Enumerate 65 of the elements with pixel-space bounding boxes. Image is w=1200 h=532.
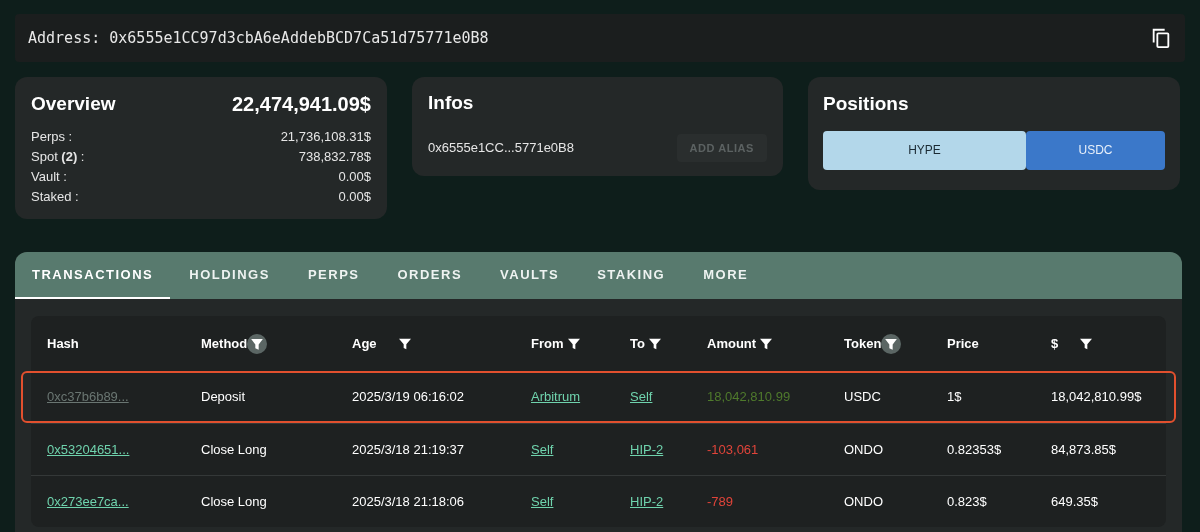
column-header: Method xyxy=(201,334,248,353)
token-cell-text: ONDO xyxy=(844,440,884,459)
to-link[interactable]: HIP-2 xyxy=(630,493,664,509)
column-header: Amount xyxy=(707,334,757,353)
column-header: $ xyxy=(1051,334,1059,353)
usd-cell-text: 18,042,810.99$ xyxy=(1051,388,1143,407)
from-link[interactable]: Arbitrum xyxy=(531,389,581,405)
table-row[interactable]: 0xc37b6b89... Deposit 2025/3/19 06:16:02 Arbitrum Self 18,042,810.99 USDC 1$ 18,042,810.99$ xyxy=(21,371,1176,423)
column-header: Age xyxy=(352,334,377,353)
table-row[interactable]: 0x53204651... Close Long 2025/3/18 21:19:37 Self HIP-2 -103,061 ONDO 0.82353$ 84,873.85$ xyxy=(31,423,1166,475)
to-link[interactable]: HIP-2 xyxy=(630,441,664,457)
overview-value: 0.00$ xyxy=(338,168,371,186)
price-cell-text: 0.823$ xyxy=(947,492,988,511)
hash-link[interactable]: 0x53204651... xyxy=(47,441,130,457)
filter-icon[interactable] xyxy=(881,333,902,354)
position-toggle[interactable]: HYPE xyxy=(823,130,1026,170)
price-cell-text: 0.82353$ xyxy=(947,440,1003,459)
column-header: Token xyxy=(844,334,882,353)
tab[interactable]: VAULTS xyxy=(483,252,577,299)
amount-cell-text: -789 xyxy=(707,492,735,511)
method-cell-text: Deposit xyxy=(201,388,247,407)
position-toggle[interactable]: USDC xyxy=(1026,130,1165,170)
infos-address: 0x6555e1CC...5771e0B8 xyxy=(428,139,574,157)
overview-label: Perps : xyxy=(31,128,73,146)
hash-link[interactable]: 0xc37b6b89... xyxy=(47,389,129,405)
column-header: Price xyxy=(947,334,979,353)
method-cell-text: Close Long xyxy=(201,440,268,459)
from-link[interactable]: Self xyxy=(531,493,554,509)
overview-label: Staked : xyxy=(31,188,79,206)
column-header: From xyxy=(531,334,564,353)
overview-value: 738,832.78$ xyxy=(298,148,371,166)
amount-cell-text: 18,042,810.99 xyxy=(707,388,792,407)
usd-cell-text: 84,873.85$ xyxy=(1051,440,1118,459)
overview-value: 0.00$ xyxy=(338,188,371,206)
tab[interactable]: HOLDINGS xyxy=(172,252,287,299)
usd-cell-text: 649.35$ xyxy=(1051,492,1099,511)
age-cell-text: 2025/3/18 21:19:37 xyxy=(352,440,466,459)
infos-title: Infos xyxy=(428,91,475,115)
tab[interactable]: STAKING xyxy=(580,252,683,299)
amount-cell-text: -103,061 xyxy=(707,440,760,459)
tab[interactable]: TRANSACTIONS xyxy=(15,252,171,299)
tab[interactable]: ORDERS xyxy=(380,252,480,299)
tab[interactable]: PERPS xyxy=(290,252,377,299)
column-header: Hash xyxy=(47,334,79,353)
positions-title: Positions xyxy=(823,92,910,116)
overview-label: Spot (2) : xyxy=(31,148,85,166)
column-header: To xyxy=(630,334,645,353)
token-cell-text: ONDO xyxy=(844,492,884,511)
age-cell-text: 2025/3/19 06:16:02 xyxy=(352,388,466,407)
hash-link[interactable]: 0x273ee7ca... xyxy=(47,493,129,509)
overview-total: 22,474,941.09$ xyxy=(231,92,371,117)
price-cell-text: 1$ xyxy=(947,388,963,407)
overview-label: Vault : xyxy=(31,168,67,186)
copy-icon[interactable] xyxy=(1150,27,1172,49)
overview-value: 21,736,108.31$ xyxy=(280,128,371,146)
filter-icon[interactable] xyxy=(247,333,268,354)
tab[interactable]: MORE xyxy=(686,252,766,299)
address-text: Address: 0x6555e1CC97d3cbA6eAddebBCD7Ca51d75771e0B8 xyxy=(28,27,489,49)
from-link[interactable]: Self xyxy=(531,441,554,457)
age-cell-text: 2025/3/18 21:18:06 xyxy=(352,492,466,511)
table-row[interactable]: 0x273ee7ca... Close Long 2025/3/18 21:18:06 Self HIP-2 -789 ONDO 0.823$ 649.35$ xyxy=(31,475,1166,527)
method-cell-text: Close Long xyxy=(201,492,268,511)
token-cell-text: USDC xyxy=(844,388,882,407)
overview-title: Overview xyxy=(31,91,116,116)
to-link[interactable]: Self xyxy=(630,389,653,405)
